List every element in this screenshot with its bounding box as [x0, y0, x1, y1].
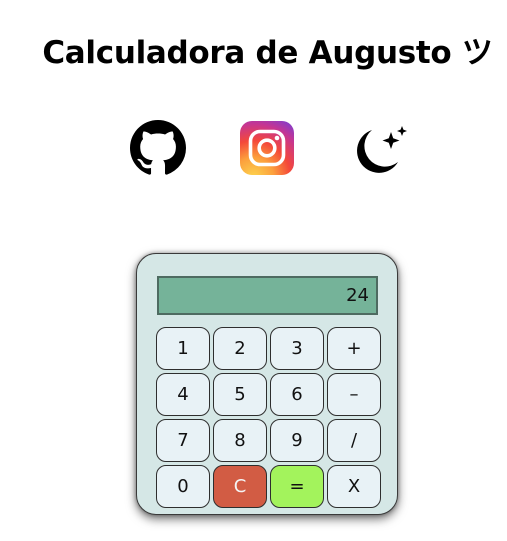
key-0[interactable]: 0: [156, 465, 210, 508]
github-link[interactable]: [130, 120, 186, 176]
page-title: Calculadora de Augusto ツ: [42, 34, 493, 71]
dark-mode-toggle[interactable]: [350, 122, 410, 180]
key-7[interactable]: 7: [156, 419, 210, 462]
key-1[interactable]: 1: [156, 327, 210, 370]
instagram-link[interactable]: [240, 121, 294, 175]
key-9[interactable]: 9: [270, 419, 324, 462]
key-8[interactable]: 8: [213, 419, 267, 462]
clear-button[interactable]: C: [213, 465, 267, 508]
key-4[interactable]: 4: [156, 373, 210, 416]
equals-button[interactable]: =: [270, 465, 324, 508]
key-plus[interactable]: +: [327, 327, 381, 370]
key-multiply[interactable]: X: [327, 465, 381, 508]
key-3[interactable]: 3: [270, 327, 324, 370]
calculator: 24 1 2 3 + 4 5 6 – 7 8 9 / 0 C = X: [136, 253, 398, 515]
key-5[interactable]: 5: [213, 373, 267, 416]
key-2[interactable]: 2: [213, 327, 267, 370]
instagram-icon: [240, 121, 294, 175]
github-icon: [130, 120, 186, 176]
calculator-display: 24: [157, 276, 378, 315]
key-minus[interactable]: –: [327, 373, 381, 416]
key-divide[interactable]: /: [327, 419, 381, 462]
moon-stars-icon: [350, 122, 410, 180]
keypad: 1 2 3 + 4 5 6 – 7 8 9 / 0 C = X: [156, 327, 382, 509]
key-6[interactable]: 6: [270, 373, 324, 416]
